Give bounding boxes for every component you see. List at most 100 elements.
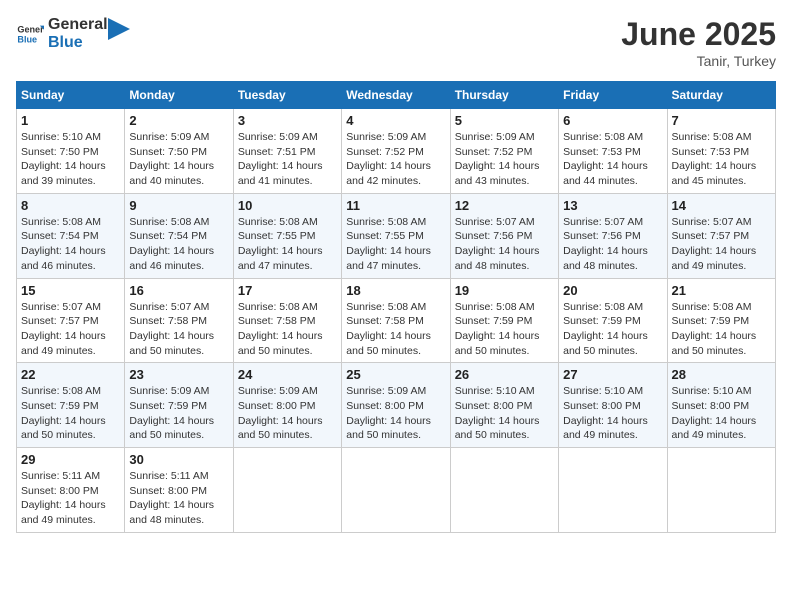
sunrise-label: Sunrise: 5:08 AM [238, 301, 318, 313]
sunset-label: Sunset: 7:50 PM [21, 146, 99, 158]
sunset-label: Sunset: 7:57 PM [21, 315, 99, 327]
sunrise-label: Sunrise: 5:08 AM [563, 131, 643, 143]
daylight-label: Daylight: 14 hours and 48 minutes. [563, 245, 648, 272]
day-number: 19 [455, 283, 554, 298]
sunset-label: Sunset: 7:54 PM [129, 230, 207, 242]
calendar-cell: 8 Sunrise: 5:08 AM Sunset: 7:54 PM Dayli… [17, 193, 125, 278]
day-info: Sunrise: 5:10 AM Sunset: 8:00 PM Dayligh… [672, 384, 771, 443]
day-number: 11 [346, 198, 445, 213]
day-number: 15 [21, 283, 120, 298]
sunrise-label: Sunrise: 5:10 AM [455, 385, 535, 397]
sunrise-label: Sunrise: 5:08 AM [672, 131, 752, 143]
calendar-cell: 23 Sunrise: 5:09 AM Sunset: 7:59 PM Dayl… [125, 363, 233, 448]
calendar-cell: 14 Sunrise: 5:07 AM Sunset: 7:57 PM Dayl… [667, 193, 775, 278]
daylight-label: Daylight: 14 hours and 50 minutes. [346, 330, 431, 357]
calendar-cell: 17 Sunrise: 5:08 AM Sunset: 7:58 PM Dayl… [233, 278, 341, 363]
calendar-cell: 15 Sunrise: 5:07 AM Sunset: 7:57 PM Dayl… [17, 278, 125, 363]
sunset-label: Sunset: 7:53 PM [672, 146, 750, 158]
day-info: Sunrise: 5:10 AM Sunset: 7:50 PM Dayligh… [21, 130, 120, 189]
logo: General Blue General Blue [16, 16, 130, 51]
calendar-week-row: 1 Sunrise: 5:10 AM Sunset: 7:50 PM Dayli… [17, 109, 776, 194]
day-number: 18 [346, 283, 445, 298]
day-info: Sunrise: 5:08 AM Sunset: 7:59 PM Dayligh… [672, 300, 771, 359]
weekday-header: Saturday [667, 82, 775, 109]
sunrise-label: Sunrise: 5:09 AM [346, 131, 426, 143]
calendar-cell: 26 Sunrise: 5:10 AM Sunset: 8:00 PM Dayl… [450, 363, 558, 448]
calendar-cell: 19 Sunrise: 5:08 AM Sunset: 7:59 PM Dayl… [450, 278, 558, 363]
calendar-cell: 7 Sunrise: 5:08 AM Sunset: 7:53 PM Dayli… [667, 109, 775, 194]
sunrise-label: Sunrise: 5:09 AM [238, 131, 318, 143]
weekday-header: Sunday [17, 82, 125, 109]
sunrise-label: Sunrise: 5:08 AM [21, 216, 101, 228]
day-info: Sunrise: 5:09 AM Sunset: 7:50 PM Dayligh… [129, 130, 228, 189]
sunrise-label: Sunrise: 5:07 AM [455, 216, 535, 228]
sunset-label: Sunset: 8:00 PM [346, 400, 424, 412]
calendar-cell: 27 Sunrise: 5:10 AM Sunset: 8:00 PM Dayl… [559, 363, 667, 448]
sunrise-label: Sunrise: 5:08 AM [129, 216, 209, 228]
calendar-cell: 30 Sunrise: 5:11 AM Sunset: 8:00 PM Dayl… [125, 448, 233, 533]
day-number: 13 [563, 198, 662, 213]
day-info: Sunrise: 5:09 AM Sunset: 8:00 PM Dayligh… [238, 384, 337, 443]
sunrise-label: Sunrise: 5:10 AM [21, 131, 101, 143]
day-number: 8 [21, 198, 120, 213]
day-number: 6 [563, 113, 662, 128]
day-info: Sunrise: 5:08 AM Sunset: 7:59 PM Dayligh… [455, 300, 554, 359]
sunset-label: Sunset: 7:59 PM [455, 315, 533, 327]
calendar-cell: 2 Sunrise: 5:09 AM Sunset: 7:50 PM Dayli… [125, 109, 233, 194]
logo-icon: General Blue [16, 20, 44, 48]
calendar-cell: 16 Sunrise: 5:07 AM Sunset: 7:58 PM Dayl… [125, 278, 233, 363]
sunset-label: Sunset: 7:58 PM [346, 315, 424, 327]
calendar-cell [667, 448, 775, 533]
sunset-label: Sunset: 7:58 PM [129, 315, 207, 327]
logo-general-text: General [48, 16, 108, 34]
sunset-label: Sunset: 7:55 PM [238, 230, 316, 242]
weekday-header: Monday [125, 82, 233, 109]
daylight-label: Daylight: 14 hours and 48 minutes. [455, 245, 540, 272]
day-info: Sunrise: 5:09 AM Sunset: 7:59 PM Dayligh… [129, 384, 228, 443]
day-info: Sunrise: 5:09 AM Sunset: 7:52 PM Dayligh… [455, 130, 554, 189]
day-info: Sunrise: 5:08 AM Sunset: 7:55 PM Dayligh… [346, 215, 445, 274]
weekday-header: Thursday [450, 82, 558, 109]
daylight-label: Daylight: 14 hours and 49 minutes. [672, 415, 757, 442]
sunrise-label: Sunrise: 5:09 AM [455, 131, 535, 143]
sunrise-label: Sunrise: 5:07 AM [672, 216, 752, 228]
day-number: 26 [455, 367, 554, 382]
daylight-label: Daylight: 14 hours and 48 minutes. [129, 499, 214, 526]
weekday-header-row: SundayMondayTuesdayWednesdayThursdayFrid… [17, 82, 776, 109]
daylight-label: Daylight: 14 hours and 42 minutes. [346, 160, 431, 187]
day-number: 25 [346, 367, 445, 382]
sunrise-label: Sunrise: 5:08 AM [672, 301, 752, 313]
day-number: 23 [129, 367, 228, 382]
daylight-label: Daylight: 14 hours and 50 minutes. [455, 415, 540, 442]
daylight-label: Daylight: 14 hours and 50 minutes. [238, 330, 323, 357]
day-info: Sunrise: 5:08 AM Sunset: 7:58 PM Dayligh… [238, 300, 337, 359]
daylight-label: Daylight: 14 hours and 47 minutes. [346, 245, 431, 272]
sunset-label: Sunset: 7:56 PM [563, 230, 641, 242]
day-number: 1 [21, 113, 120, 128]
sunset-label: Sunset: 7:57 PM [672, 230, 750, 242]
day-info: Sunrise: 5:08 AM Sunset: 7:54 PM Dayligh… [129, 215, 228, 274]
sunrise-label: Sunrise: 5:09 AM [346, 385, 426, 397]
day-number: 30 [129, 452, 228, 467]
calendar-cell [450, 448, 558, 533]
day-number: 4 [346, 113, 445, 128]
daylight-label: Daylight: 14 hours and 50 minutes. [672, 330, 757, 357]
svg-text:General: General [17, 24, 44, 34]
day-number: 28 [672, 367, 771, 382]
day-number: 2 [129, 113, 228, 128]
day-number: 27 [563, 367, 662, 382]
calendar-cell: 25 Sunrise: 5:09 AM Sunset: 8:00 PM Dayl… [342, 363, 450, 448]
calendar-cell: 22 Sunrise: 5:08 AM Sunset: 7:59 PM Dayl… [17, 363, 125, 448]
day-info: Sunrise: 5:08 AM Sunset: 7:53 PM Dayligh… [563, 130, 662, 189]
day-info: Sunrise: 5:11 AM Sunset: 8:00 PM Dayligh… [21, 469, 120, 528]
logo-arrow-icon [108, 18, 130, 40]
logo-blue-text: Blue [48, 34, 108, 52]
daylight-label: Daylight: 14 hours and 49 minutes. [21, 330, 106, 357]
location-title: Tanir, Turkey [621, 53, 776, 69]
sunset-label: Sunset: 7:54 PM [21, 230, 99, 242]
day-number: 24 [238, 367, 337, 382]
calendar-cell: 1 Sunrise: 5:10 AM Sunset: 7:50 PM Dayli… [17, 109, 125, 194]
daylight-label: Daylight: 14 hours and 49 minutes. [672, 245, 757, 272]
page-header: General Blue General Blue June 2025 Tani… [16, 16, 776, 69]
daylight-label: Daylight: 14 hours and 50 minutes. [21, 415, 106, 442]
